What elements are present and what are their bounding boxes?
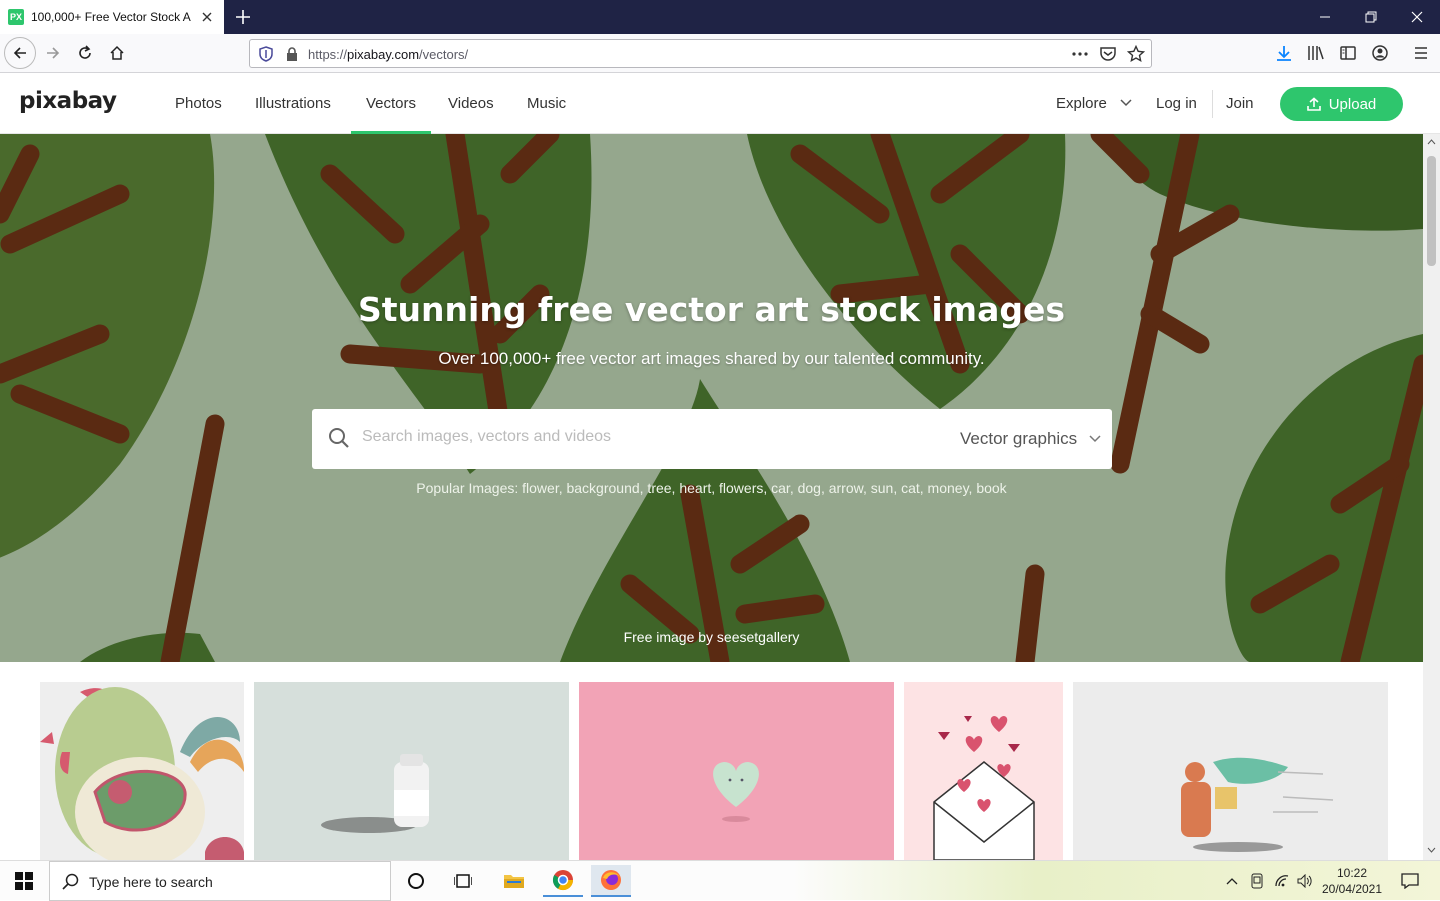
heart-illustration xyxy=(713,762,759,822)
reload-icon[interactable] xyxy=(69,37,101,69)
home-icon[interactable] xyxy=(101,37,133,69)
scrollbar-thumb[interactable] xyxy=(1427,156,1436,266)
scroll-up-icon[interactable] xyxy=(1427,138,1436,146)
windy-umbrella-illustration xyxy=(1181,757,1334,852)
nav-vectors[interactable]: Vectors xyxy=(350,95,432,134)
site-header: pixabay Photos Illustrations Vectors Vid… xyxy=(0,74,1440,134)
url-text[interactable]: https://pixabay.com/vectors/ xyxy=(308,47,468,62)
hero-subtitle: Over 100,000+ free vector art images sha… xyxy=(438,349,985,368)
lock-icon[interactable] xyxy=(283,45,301,63)
library-icon[interactable] xyxy=(1300,37,1332,69)
close-tab-icon[interactable] xyxy=(199,9,215,25)
nav-photos[interactable]: Photos xyxy=(175,95,222,112)
file-explorer-icon[interactable] xyxy=(494,865,534,897)
close-window-icon[interactable] xyxy=(1394,0,1440,34)
login-link[interactable]: Log in xyxy=(1156,95,1197,112)
upload-button[interactable]: Upload xyxy=(1280,87,1403,121)
bookmark-star-icon[interactable] xyxy=(1127,45,1145,63)
chevron-down-icon xyxy=(1089,435,1101,443)
chrome-icon[interactable] xyxy=(543,865,583,897)
task-view-icon[interactable] xyxy=(443,865,483,897)
back-icon[interactable] xyxy=(4,37,36,69)
pixabay-logo[interactable]: pixabay xyxy=(19,88,117,114)
search-icon[interactable] xyxy=(328,427,350,449)
love-letter-illustration xyxy=(933,716,1035,860)
minimize-window-icon[interactable] xyxy=(1302,0,1348,34)
join-link[interactable]: Join xyxy=(1226,95,1254,112)
gallery-image-letter[interactable] xyxy=(904,682,1063,860)
clock-date: 20/04/2021 xyxy=(1321,882,1383,896)
gallery-image-umbrella[interactable] xyxy=(1073,682,1388,860)
account-icon[interactable] xyxy=(1364,37,1396,69)
nav-illustrations[interactable]: Illustrations xyxy=(255,95,331,112)
popular-searches[interactable]: Popular Images: flower, background, tree… xyxy=(0,480,1423,496)
browser-tab-strip: PX 100,000+ Free Vector Stock Art | Pixa… xyxy=(0,0,1440,34)
explore-menu[interactable]: Explore xyxy=(1056,95,1133,112)
sidebar-icon[interactable] xyxy=(1332,37,1364,69)
image-credit[interactable]: Free image by seesetgallery xyxy=(0,629,1423,645)
divider xyxy=(1212,90,1213,118)
rooster-illustration xyxy=(40,687,244,860)
taskbar-search-placeholder: Type here to search xyxy=(89,874,213,890)
browser-toolbar: https://pixabay.com/vectors/ xyxy=(0,34,1440,73)
gallery-image-milk[interactable] xyxy=(254,682,569,860)
firefox-icon[interactable] xyxy=(591,865,631,897)
milk-bottle-illustration xyxy=(321,754,429,833)
browser-tab[interactable]: PX 100,000+ Free Vector Stock Art | Pixa… xyxy=(0,0,224,34)
cortana-icon[interactable] xyxy=(396,865,436,897)
forward-icon[interactable] xyxy=(37,37,69,69)
hero-title: Stunning free vector art stock images xyxy=(358,290,1065,329)
clock[interactable]: 10:22 20/04/2021 xyxy=(1312,865,1392,897)
url-bar[interactable]: https://pixabay.com/vectors/ xyxy=(249,39,1152,68)
nav-music[interactable]: Music xyxy=(527,95,566,112)
search-box[interactable]: Vector graphics xyxy=(312,409,1112,469)
gallery-image-rooster[interactable] xyxy=(40,682,244,860)
search-icon xyxy=(62,873,79,890)
windows-start-icon[interactable] xyxy=(4,865,44,897)
hero-banner: Stunning free vector art stock images Ov… xyxy=(0,134,1423,662)
upload-label: Upload xyxy=(1328,95,1377,113)
pixabay-favicon-icon: PX xyxy=(8,9,24,25)
chevron-down-icon xyxy=(1120,99,1132,107)
nav-videos[interactable]: Videos xyxy=(448,95,494,112)
windows-taskbar: Type here to search 10:22 20/04/2021 xyxy=(0,860,1440,901)
restore-window-icon[interactable] xyxy=(1348,0,1394,34)
menu-icon[interactable] xyxy=(1405,37,1437,69)
leaf-background-illustration xyxy=(0,134,1423,662)
tab-title: 100,000+ Free Vector Stock Art | Pixabay xyxy=(31,10,191,24)
download-icon[interactable] xyxy=(1268,37,1300,69)
clock-time: 10:22 xyxy=(1336,866,1368,880)
more-actions-icon[interactable] xyxy=(1071,45,1089,63)
new-tab-icon[interactable] xyxy=(230,4,256,30)
gallery-image-heart[interactable] xyxy=(579,682,894,860)
notification-center-icon[interactable] xyxy=(1390,865,1430,897)
search-type-label: Vector graphics xyxy=(960,429,1078,448)
shield-icon[interactable] xyxy=(257,45,275,63)
taskbar-search[interactable]: Type here to search xyxy=(49,861,391,901)
search-input[interactable] xyxy=(362,428,922,446)
search-type-dropdown[interactable]: Vector graphics xyxy=(960,429,1102,449)
pocket-icon[interactable] xyxy=(1099,45,1117,63)
scroll-down-icon[interactable] xyxy=(1427,846,1436,854)
page-scrollbar[interactable] xyxy=(1423,134,1440,860)
upload-icon xyxy=(1306,97,1321,111)
explore-label: Explore xyxy=(1056,95,1107,112)
